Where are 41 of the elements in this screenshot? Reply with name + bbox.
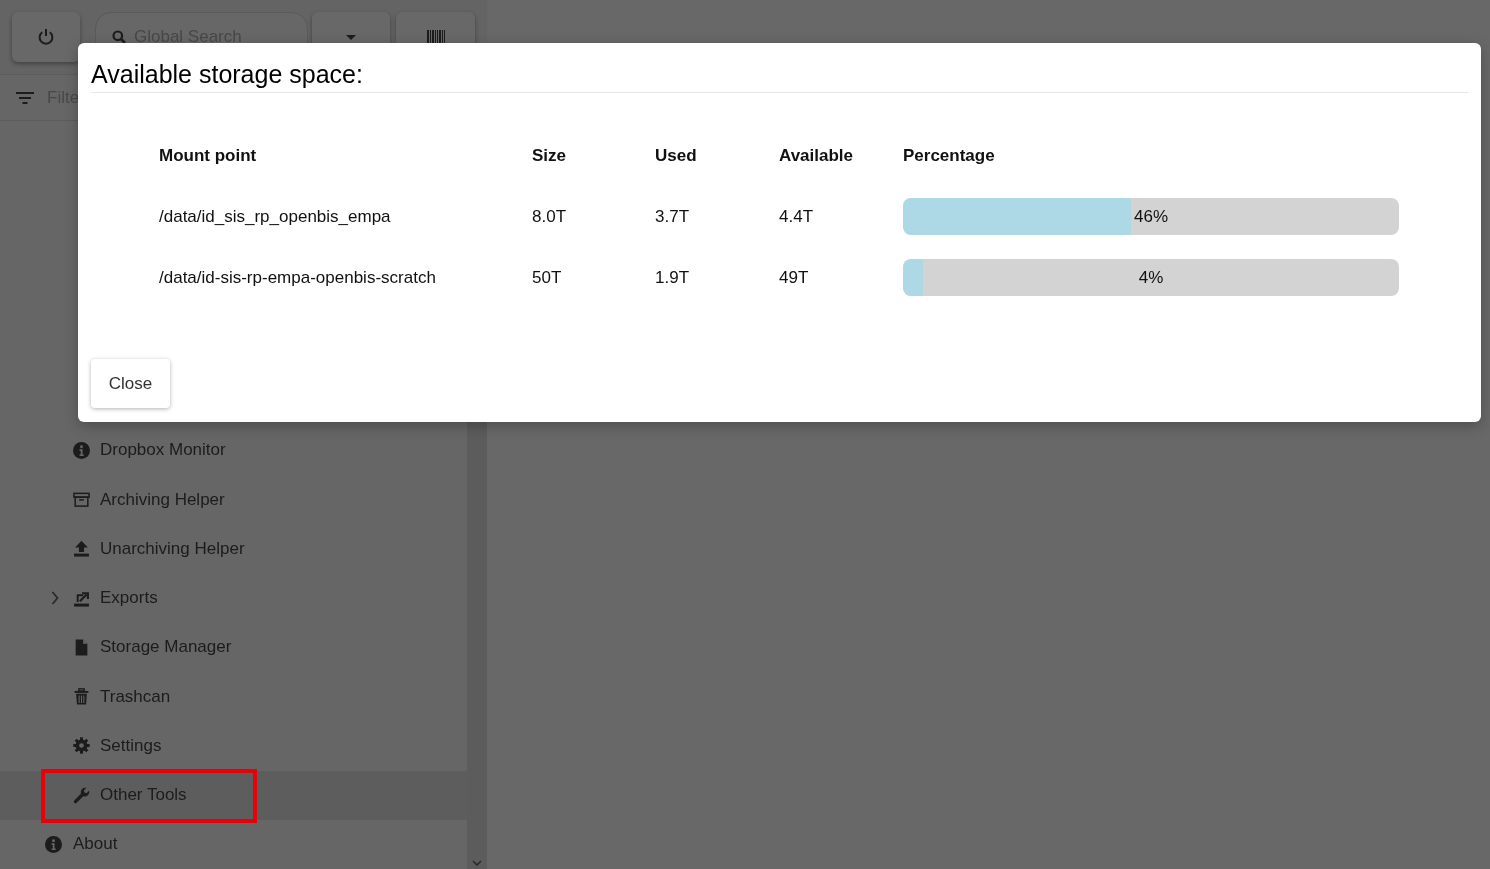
sidebar-item[interactable]: Unarchiving Helper: [0, 524, 467, 574]
sidebar-item[interactable]: Storage Manager: [0, 622, 467, 672]
sidebar-item[interactable]: Trashcan: [0, 672, 467, 722]
upload-icon: [73, 540, 90, 558]
column-header: Mount point: [159, 145, 257, 166]
file-icon: [73, 638, 90, 656]
column-header: Size: [532, 145, 567, 166]
column-header: Percentage: [903, 145, 995, 166]
power-icon: [37, 28, 55, 46]
used-cell: 3.7T: [655, 206, 690, 227]
caret-icon: [346, 34, 356, 40]
column-header: Used: [655, 145, 697, 166]
tray-arrow-icon: [73, 589, 90, 607]
sidebar-item[interactable]: Dropbox Monitor: [0, 425, 467, 475]
column-header: Available: [779, 145, 854, 166]
info-icon: [45, 835, 62, 853]
percentage-label: 46%: [1134, 206, 1168, 227]
search-icon: [112, 30, 126, 44]
sidebar-item[interactable]: Settings: [0, 721, 467, 771]
filter-icon: [16, 91, 34, 104]
gear-icon: [73, 737, 90, 755]
available-cell: 4.4T: [779, 206, 814, 227]
barcode-icon: [426, 30, 445, 44]
size-cell: 50T: [532, 267, 562, 288]
percentage-label: 4%: [1138, 267, 1164, 288]
mount-point-cell: /data/id_sis_rp_openbis_empa: [159, 206, 391, 227]
archive-box-icon: [73, 491, 90, 509]
chevron-right-icon[interactable]: [50, 591, 59, 606]
mount-point-cell: /data/id-sis-rp-empa-openbis-scratch: [159, 267, 436, 288]
sidebar-item[interactable]: Archiving Helper: [0, 475, 467, 525]
close-button[interactable]: Close: [91, 359, 170, 408]
used-cell: 1.9T: [655, 267, 690, 288]
info-icon: [73, 441, 90, 459]
trash-icon: [73, 688, 90, 706]
wrench-icon: [73, 786, 90, 804]
available-cell: 49T: [779, 267, 809, 288]
size-cell: 8.0T: [532, 206, 567, 227]
dialog-title: Available storage space:: [91, 59, 364, 89]
sidebar-item[interactable]: Exports: [0, 573, 467, 623]
sidebar-item[interactable]: About: [0, 819, 467, 869]
sidebar-item[interactable]: Other Tools: [0, 770, 467, 820]
